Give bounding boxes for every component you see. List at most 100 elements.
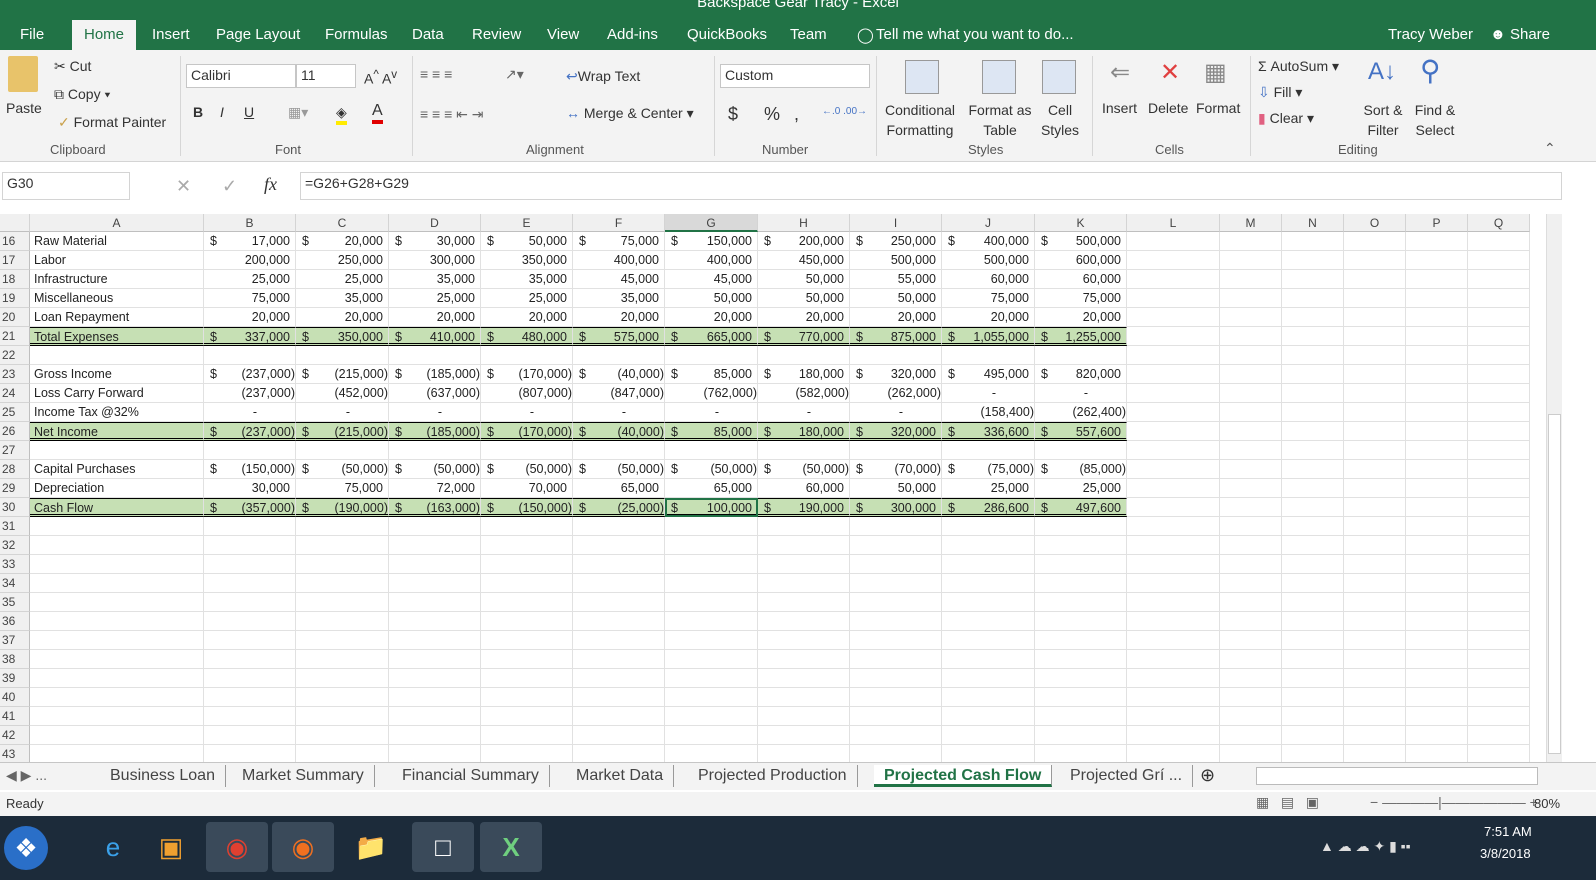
- sheet-tab[interactable]: Projected Production: [688, 765, 858, 787]
- cell-q32[interactable]: [1468, 536, 1530, 555]
- wrap-text-button[interactable]: ↩Wrap Text: [566, 68, 640, 85]
- cell-o26[interactable]: [1344, 422, 1406, 441]
- cell-f28[interactable]: $ (50,000): [573, 460, 665, 479]
- row-header[interactable]: 17: [0, 251, 30, 270]
- cell-d21[interactable]: $410,000: [389, 327, 481, 346]
- cell-k33[interactable]: [1035, 555, 1127, 574]
- cell-q38[interactable]: [1468, 650, 1530, 669]
- tab-add-ins[interactable]: Add-ins: [607, 26, 658, 43]
- cell-h24[interactable]: (582,000): [758, 384, 850, 403]
- cell-l36[interactable]: [1127, 612, 1220, 631]
- cell-q22[interactable]: [1468, 346, 1530, 365]
- cell-m25[interactable]: [1220, 403, 1282, 422]
- cell-q21[interactable]: [1468, 327, 1530, 346]
- cell-j24[interactable]: -: [942, 384, 1035, 403]
- tab-page-layout[interactable]: Page Layout: [216, 26, 300, 43]
- cell-a43[interactable]: [30, 745, 204, 762]
- cell-f21[interactable]: $575,000: [573, 327, 665, 346]
- cell-p16[interactable]: [1406, 232, 1468, 251]
- cell-g18[interactable]: 45,000: [665, 270, 758, 289]
- cell-c18[interactable]: 25,000: [296, 270, 389, 289]
- cell-d37[interactable]: [389, 631, 481, 650]
- cell-h39[interactable]: [758, 669, 850, 688]
- cell-b39[interactable]: [204, 669, 296, 688]
- cell-g37[interactable]: [665, 631, 758, 650]
- tab-home[interactable]: Home: [72, 20, 137, 50]
- fill-color-icon[interactable]: ◈: [336, 104, 347, 125]
- cell-g19[interactable]: 50,000: [665, 289, 758, 308]
- cell-e41[interactable]: [481, 707, 573, 726]
- cell-q24[interactable]: [1468, 384, 1530, 403]
- user-name[interactable]: Tracy Weber: [1388, 26, 1473, 43]
- cell-g16[interactable]: $150,000: [665, 232, 758, 251]
- cell-f20[interactable]: 20,000: [573, 308, 665, 327]
- cell-o42[interactable]: [1344, 726, 1406, 745]
- percent-button[interactable]: %: [764, 104, 780, 125]
- cell-f43[interactable]: [573, 745, 665, 762]
- row-header[interactable]: 19: [0, 289, 30, 308]
- cell-m30[interactable]: [1220, 498, 1282, 517]
- cell-c23[interactable]: $ (215,000): [296, 365, 389, 384]
- cell-j23[interactable]: $495,000: [942, 365, 1035, 384]
- cell-q19[interactable]: [1468, 289, 1530, 308]
- cell-i22[interactable]: [850, 346, 942, 365]
- cell-k22[interactable]: [1035, 346, 1127, 365]
- cell-e21[interactable]: $480,000: [481, 327, 573, 346]
- cell-p32[interactable]: [1406, 536, 1468, 555]
- cell-a32[interactable]: [30, 536, 204, 555]
- cell-o31[interactable]: [1344, 517, 1406, 536]
- cell-i35[interactable]: [850, 593, 942, 612]
- cell-q42[interactable]: [1468, 726, 1530, 745]
- cell-b18[interactable]: 25,000: [204, 270, 296, 289]
- cell-a37[interactable]: [30, 631, 204, 650]
- cell-h30[interactable]: $190,000: [758, 498, 850, 517]
- cell-c33[interactable]: [296, 555, 389, 574]
- cell-b22[interactable]: [204, 346, 296, 365]
- cell-e34[interactable]: [481, 574, 573, 593]
- cell-f35[interactable]: [573, 593, 665, 612]
- cell-c37[interactable]: [296, 631, 389, 650]
- row-header[interactable]: 18: [0, 270, 30, 289]
- copy-button[interactable]: ⧉ Copy ▾: [54, 86, 110, 103]
- cell-b24[interactable]: (237,000): [204, 384, 296, 403]
- cell-b16[interactable]: $17,000: [204, 232, 296, 251]
- cell-q16[interactable]: [1468, 232, 1530, 251]
- column-header-i[interactable]: I: [850, 214, 942, 232]
- cell-m43[interactable]: [1220, 745, 1282, 762]
- row-header[interactable]: 22: [0, 346, 30, 365]
- cell-b19[interactable]: 75,000: [204, 289, 296, 308]
- cell-i40[interactable]: [850, 688, 942, 707]
- cell-p22[interactable]: [1406, 346, 1468, 365]
- cell-g38[interactable]: [665, 650, 758, 669]
- cell-d26[interactable]: $ (185,000): [389, 422, 481, 441]
- cell-n23[interactable]: [1282, 365, 1344, 384]
- cell-p18[interactable]: [1406, 270, 1468, 289]
- cell-a18[interactable]: Infrastructure: [30, 270, 204, 289]
- cell-d40[interactable]: [389, 688, 481, 707]
- cell-l20[interactable]: [1127, 308, 1220, 327]
- format-as-table-button[interactable]: Format as Table: [966, 100, 1034, 140]
- cell-j38[interactable]: [942, 650, 1035, 669]
- cell-n24[interactable]: [1282, 384, 1344, 403]
- clock-date[interactable]: 3/8/2018: [1480, 846, 1531, 861]
- collapse-ribbon-icon[interactable]: ⌃: [1544, 140, 1556, 157]
- column-header-o[interactable]: O: [1344, 214, 1406, 232]
- enter-icon[interactable]: ✓: [222, 176, 237, 197]
- name-box[interactable]: G30: [2, 172, 130, 200]
- cell-c39[interactable]: [296, 669, 389, 688]
- cell-a38[interactable]: [30, 650, 204, 669]
- cell-j16[interactable]: $400,000: [942, 232, 1035, 251]
- cell-p33[interactable]: [1406, 555, 1468, 574]
- cell-f23[interactable]: $ (40,000): [573, 365, 665, 384]
- cell-d38[interactable]: [389, 650, 481, 669]
- cell-l37[interactable]: [1127, 631, 1220, 650]
- cell-a23[interactable]: Gross Income: [30, 365, 204, 384]
- cell-m20[interactable]: [1220, 308, 1282, 327]
- cell-c22[interactable]: [296, 346, 389, 365]
- cell-m33[interactable]: [1220, 555, 1282, 574]
- cell-e19[interactable]: 25,000: [481, 289, 573, 308]
- cell-n30[interactable]: [1282, 498, 1344, 517]
- cell-m38[interactable]: [1220, 650, 1282, 669]
- cell-f36[interactable]: [573, 612, 665, 631]
- cell-e30[interactable]: $ (150,000): [481, 498, 573, 517]
